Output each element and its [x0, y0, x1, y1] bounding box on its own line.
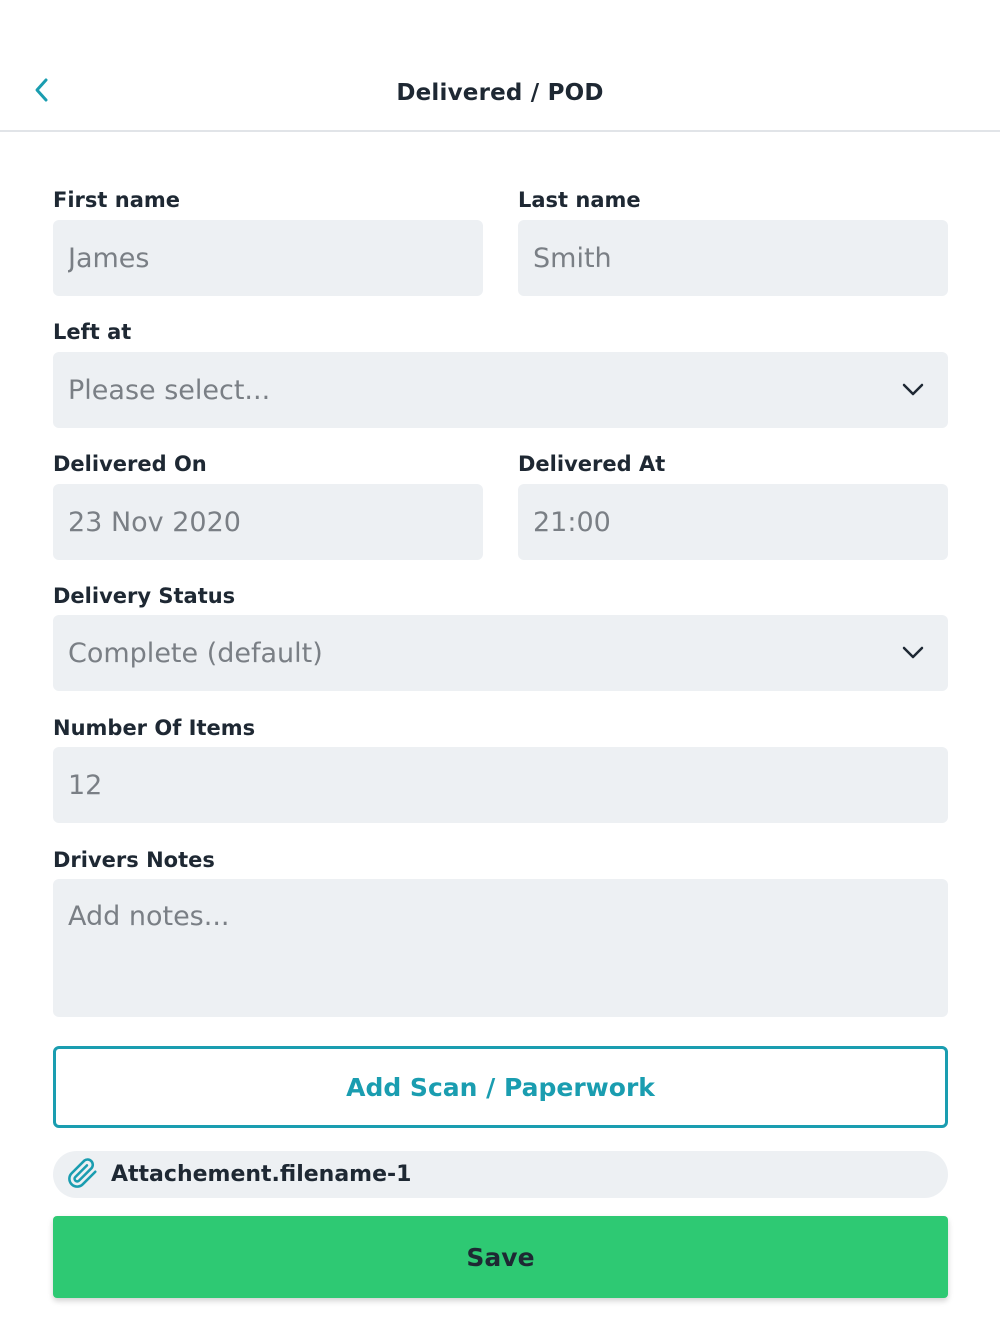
attachment-filename: Attachement.filename-1 [111, 1162, 412, 1187]
left-at-label: Left at [53, 320, 132, 344]
number-of-items-label: Number Of Items [53, 716, 256, 740]
chevron-down-icon [900, 640, 926, 666]
delivered-on-field [53, 484, 483, 560]
number-of-items-input[interactable] [68, 769, 948, 801]
delivery-status-value: Complete (default) [68, 637, 323, 669]
first-name-field [53, 220, 483, 296]
app-header: Delivered / POD [0, 0, 1000, 132]
delivered-at-label: Delivered At [518, 452, 666, 476]
drivers-notes-field [53, 879, 948, 1017]
last-name-input[interactable] [533, 242, 948, 274]
first-name-label: First name [53, 188, 180, 212]
page-title: Delivered / POD [396, 80, 604, 106]
paperclip-icon [65, 1156, 99, 1194]
delivered-at-field [518, 484, 948, 560]
last-name-field [518, 220, 948, 296]
attachment-item[interactable]: Attachement.filename-1 [53, 1151, 948, 1198]
left-at-select[interactable]: Please select... [53, 352, 948, 428]
delivery-status-select[interactable]: Complete (default) [53, 615, 948, 691]
drivers-notes-textarea[interactable] [68, 901, 948, 1001]
chevron-down-icon [900, 377, 926, 403]
delivered-on-input[interactable] [68, 506, 483, 538]
drivers-notes-label: Drivers Notes [53, 848, 215, 872]
last-name-label: Last name [518, 188, 641, 212]
save-button[interactable]: Save [53, 1216, 948, 1298]
delivery-status-label: Delivery Status [53, 584, 236, 608]
left-at-value: Please select... [68, 374, 271, 406]
first-name-input[interactable] [68, 242, 483, 274]
add-scan-button[interactable]: Add Scan / Paperwork [53, 1046, 948, 1128]
delivered-at-input[interactable] [533, 506, 948, 538]
number-of-items-field [53, 747, 948, 823]
delivered-on-label: Delivered On [53, 452, 207, 476]
